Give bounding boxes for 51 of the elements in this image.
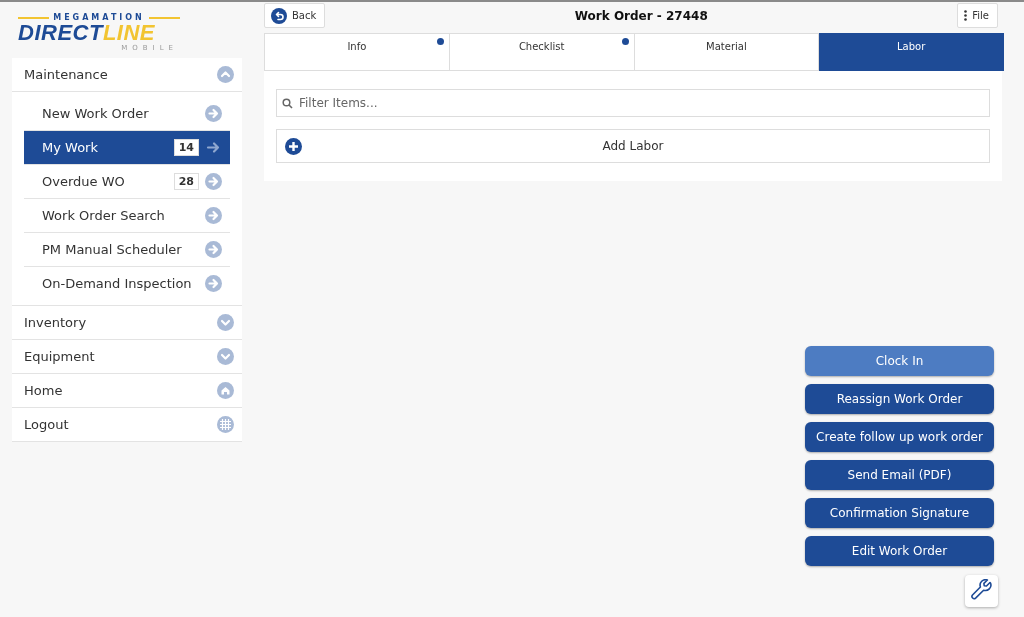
back-button[interactable]: Back — [264, 3, 326, 28]
home-icon — [217, 382, 234, 399]
arrow-right-icon — [205, 275, 222, 292]
action-button[interactable]: Confirmation Signature — [805, 498, 994, 528]
action-button[interactable]: Edit Work Order — [805, 536, 994, 566]
tab[interactable]: Labor — [819, 33, 1004, 71]
submenu-item[interactable]: On-Demand Inspection — [24, 267, 230, 300]
sidebar-item[interactable]: Home — [12, 374, 242, 408]
sidebar-item[interactable]: Logout — [12, 408, 242, 442]
action-button[interactable]: Create follow up work order — [805, 422, 994, 452]
submenu-item[interactable]: My Work 14 — [24, 131, 230, 165]
tab[interactable]: Checklist — [449, 33, 635, 71]
tab[interactable]: Material — [634, 33, 820, 71]
logo-top-text: MEGAMATION — [53, 13, 145, 22]
submenu-item-label: Work Order Search — [42, 208, 166, 223]
arrow-right-icon — [205, 241, 222, 258]
submenu-item-label: Overdue WO — [42, 174, 126, 189]
filter-field[interactable]: Filter Items... — [276, 89, 990, 117]
sidebar-item-label: Home — [24, 383, 63, 398]
sidebar-item[interactable]: Maintenance — [12, 58, 242, 92]
count-badge: 28 — [173, 173, 199, 190]
sidebar-item-label: Maintenance — [24, 67, 108, 82]
submenu-item-label: PM Manual Scheduler — [42, 242, 183, 257]
logo-text: DIRECT — [18, 22, 103, 44]
logo-text: LINE — [102, 22, 155, 44]
count-badge: 14 — [173, 139, 199, 156]
more-vertical-icon — [964, 10, 968, 21]
submenu-item-label: On-Demand Inspection — [42, 276, 193, 291]
sidebar-item-label: Inventory — [24, 315, 87, 330]
tools-button[interactable] — [965, 575, 998, 607]
submenu-item[interactable]: Work Order Search — [24, 199, 230, 233]
sidebar-item[interactable]: Inventory — [12, 306, 242, 340]
submenu-item[interactable]: Overdue WO 28 — [24, 165, 230, 199]
sidebar-item[interactable]: Equipment — [12, 340, 242, 374]
action-button[interactable]: Clock In — [805, 346, 994, 376]
tab[interactable]: Info — [264, 33, 450, 71]
sidebar-item-label: Equipment — [24, 349, 95, 364]
window-title: Work Order - 27448 — [574, 8, 708, 23]
submenu-item-label: New Work Order — [42, 106, 150, 121]
action-button[interactable]: Reassign Work Order — [805, 384, 994, 414]
sidebar-item-label: Logout — [24, 417, 69, 432]
action-button[interactable]: Send Email (PDF) — [805, 460, 994, 490]
arrow-right-icon — [205, 105, 222, 122]
grid-icon — [217, 416, 234, 433]
submenu-item-label: My Work — [42, 140, 99, 155]
add-labor-button[interactable]: Add Labor — [276, 129, 990, 163]
plus-circle-icon — [285, 138, 302, 155]
arrow-right-icon — [205, 173, 222, 190]
submenu-item[interactable]: PM Manual Scheduler — [24, 233, 230, 267]
file-button[interactable]: File — [957, 3, 998, 28]
arrow-right-icon — [205, 207, 222, 224]
